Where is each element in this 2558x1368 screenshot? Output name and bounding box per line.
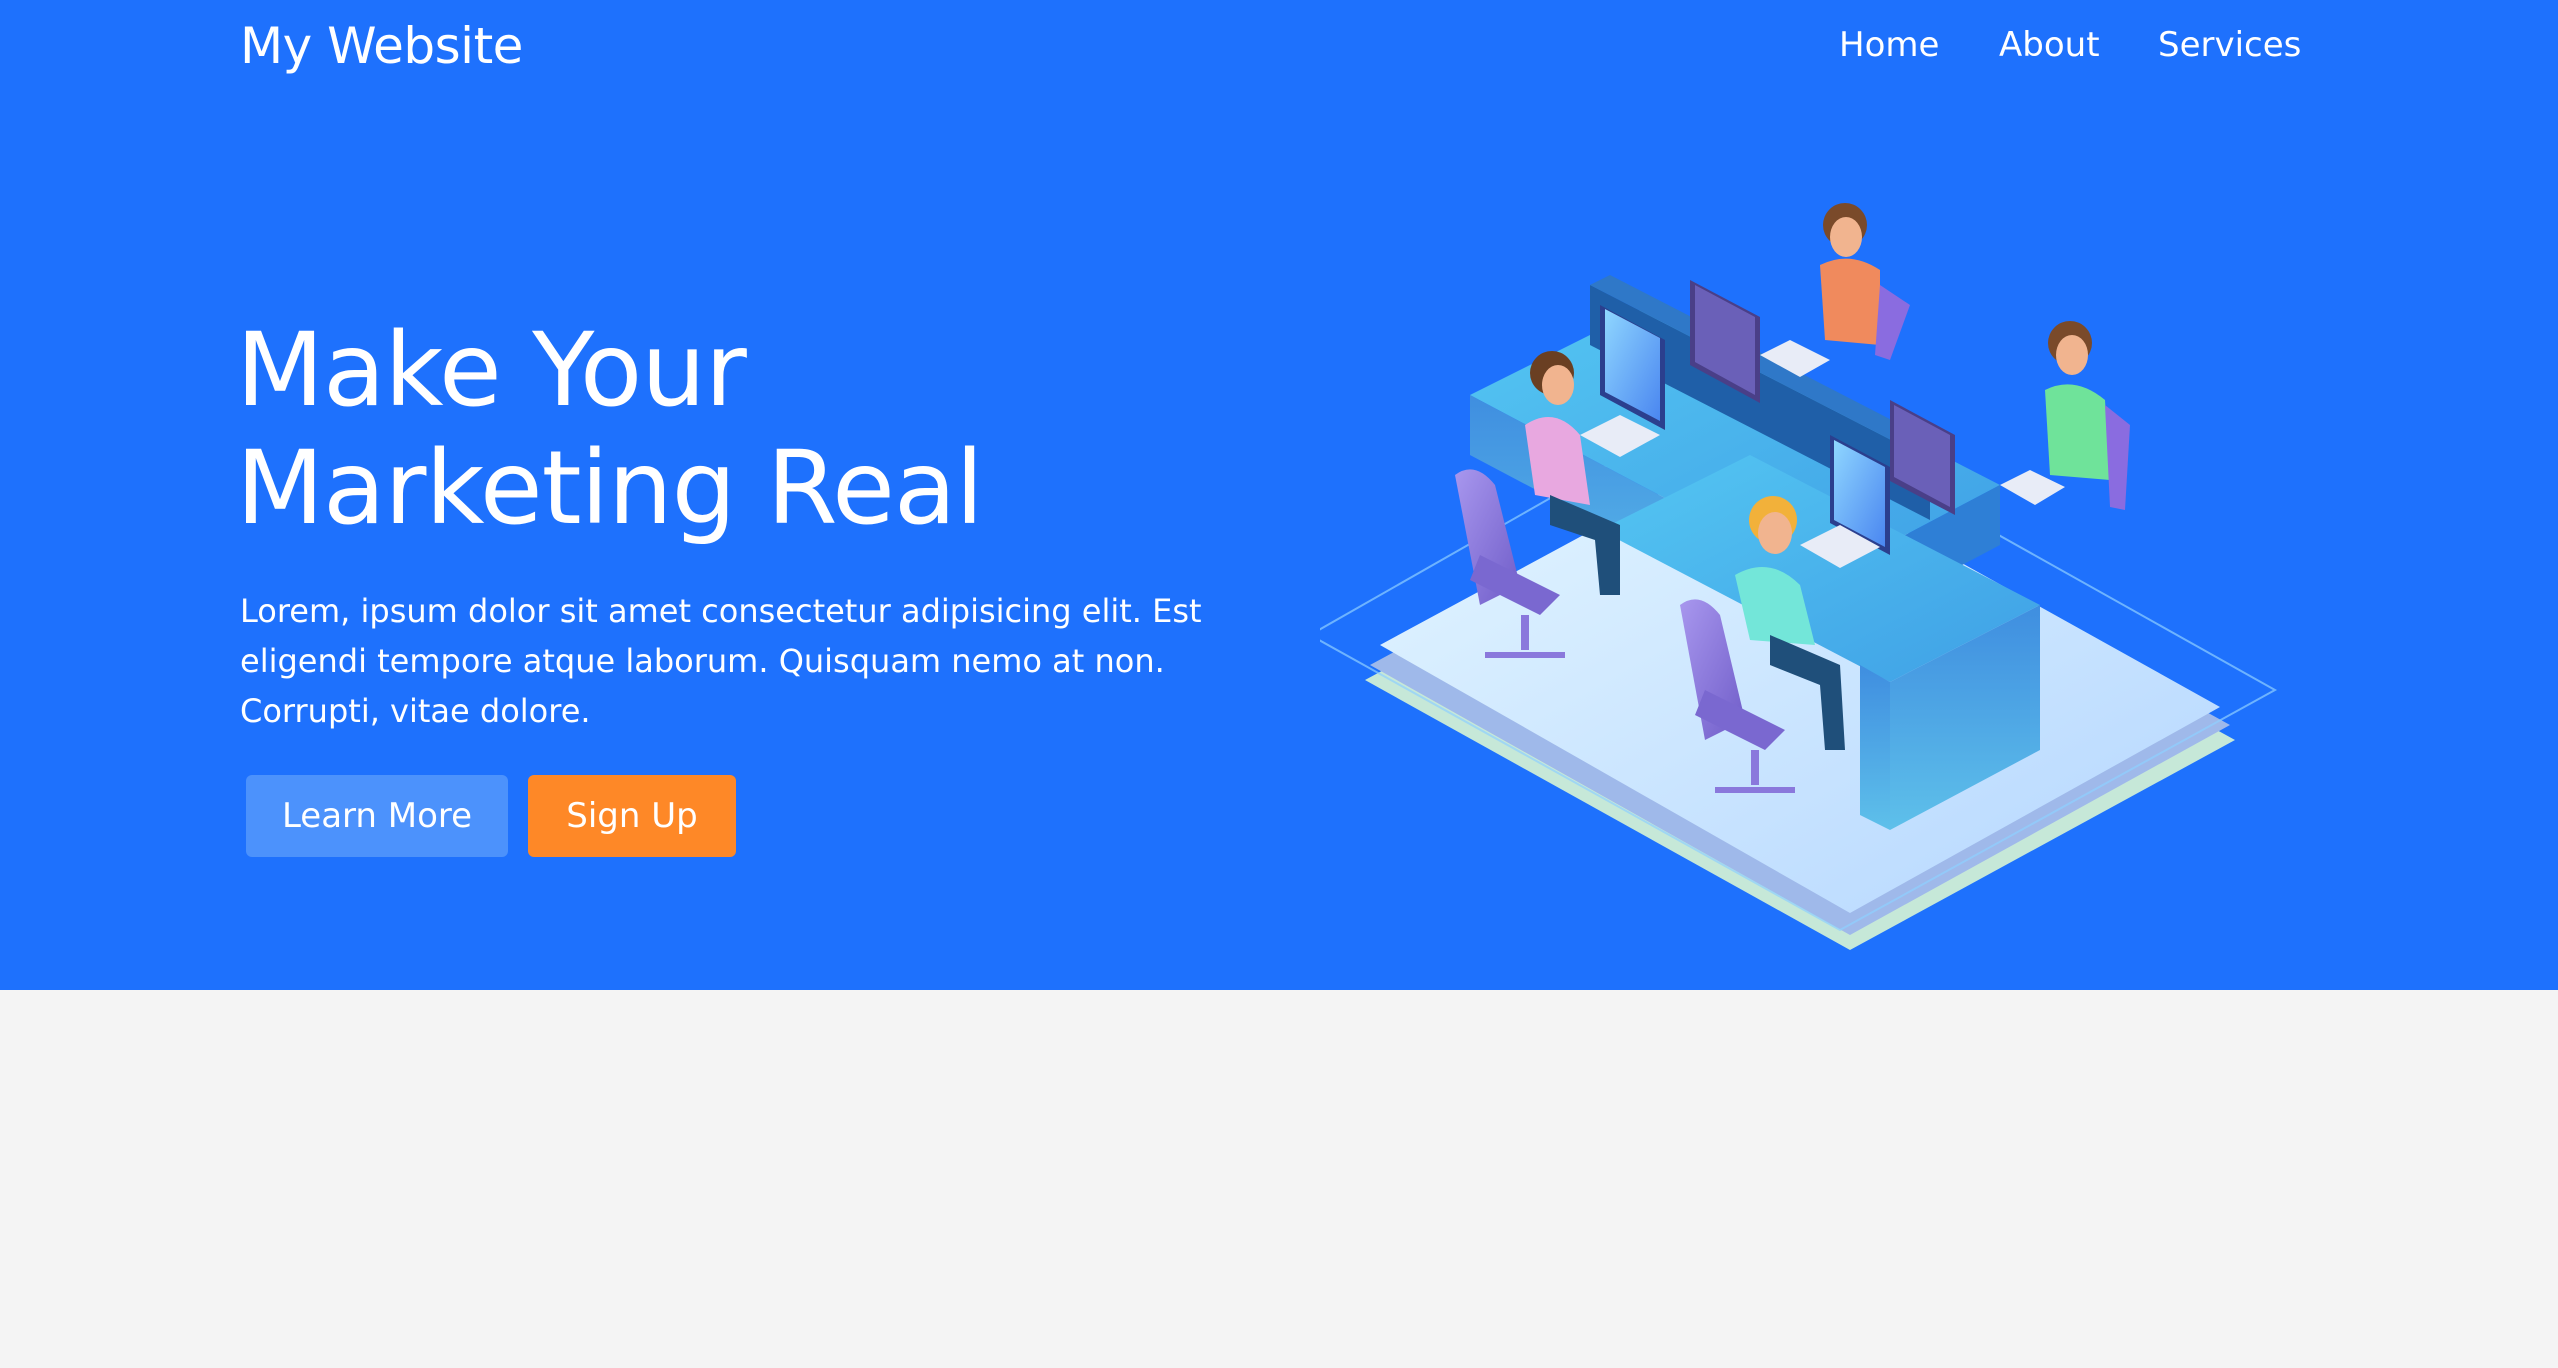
navbar: My Website Home About Services: [0, 0, 2558, 92]
office-team-illustration: [1320, 203, 2278, 950]
person-top: [1820, 203, 1910, 360]
hero-headline: Make Your Marketing Real: [236, 312, 1236, 548]
hero-description-line2: eligendi tempore atque laborum. Quisquam…: [240, 642, 1165, 680]
hero-headline-line2: Marketing Real: [236, 429, 984, 548]
hero-description-line1: Lorem, ipsum dolor sit amet consectetur …: [240, 592, 1202, 630]
hero-headline-line1: Make Your: [236, 311, 747, 430]
hero-section: My Website Home About Services Make Your…: [0, 0, 2558, 990]
site-logo[interactable]: My Website: [240, 16, 523, 76]
hero-description-line3: Corrupti, vitae dolore.: [240, 692, 591, 730]
nav-link-about[interactable]: About: [1999, 22, 2100, 68]
nav-link-home[interactable]: Home: [1839, 22, 1939, 68]
hero-description: Lorem, ipsum dolor sit amet consectetur …: [240, 586, 1240, 736]
person-right: [2045, 321, 2130, 510]
content-area: [0, 990, 2558, 1368]
learn-more-button[interactable]: Learn More: [246, 775, 508, 857]
nav-link-services[interactable]: Services: [2158, 22, 2301, 68]
sign-up-button[interactable]: Sign Up: [528, 775, 736, 857]
